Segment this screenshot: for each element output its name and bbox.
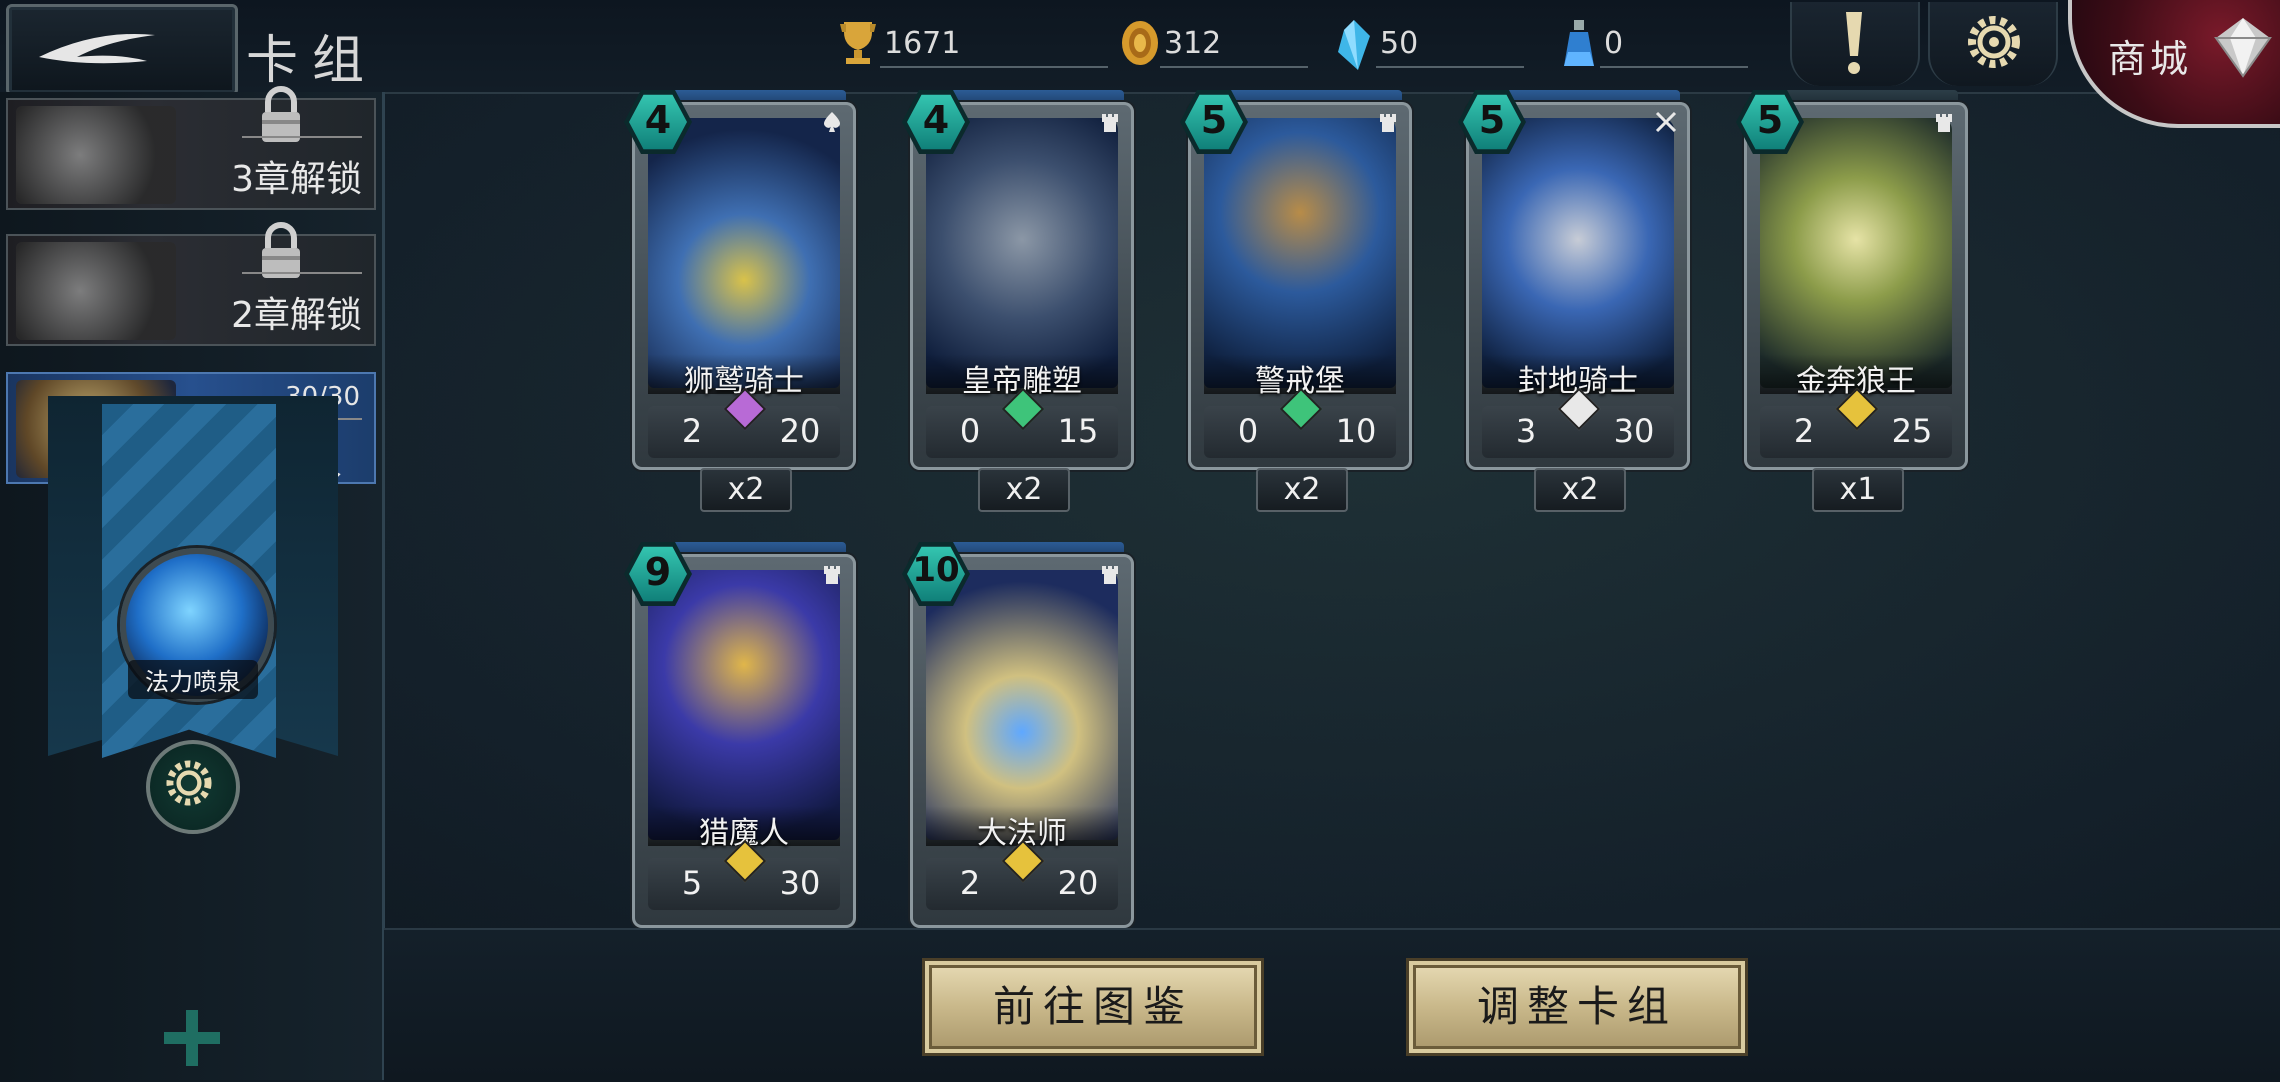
divider (1600, 66, 1748, 68)
hero-portrait (16, 106, 176, 204)
card-cost: 9 (624, 540, 692, 608)
card-cost-value: 9 (644, 550, 672, 594)
deck-card[interactable]: 狮鹫骑士 2 20 4 x2 (624, 88, 862, 512)
divider (880, 66, 1108, 68)
card-health: 10 (1335, 412, 1377, 450)
card-art (1482, 118, 1674, 388)
potion-icon (1564, 20, 1594, 66)
card-attack: 3 (1515, 412, 1537, 450)
tower-type-icon (824, 566, 840, 584)
gold-coin-icon (1122, 21, 1158, 65)
deck-card[interactable]: 大法师 2 20 10 (902, 540, 1140, 928)
gold-counter: 312 (1118, 14, 1318, 70)
card-art (926, 118, 1118, 388)
back-arrow-icon (39, 33, 155, 64)
card-cost-value: 5 (1478, 98, 1506, 142)
top-bar: 卡组 1671 312 50 0 商城 (0, 0, 2280, 128)
card-attack: 2 (681, 412, 703, 450)
adjust-deck-button[interactable]: 调整卡组 (1406, 958, 1748, 1056)
tower-type-icon (1380, 114, 1396, 132)
tower-type-icon (1102, 114, 1118, 132)
card-quantity: x1 (1812, 468, 1904, 512)
diamond-emblem-icon (2214, 18, 2272, 78)
potion-counter: 0 (1558, 14, 1758, 70)
trophy-value: 1671 (884, 26, 961, 61)
card-cost: 5 (1458, 88, 1526, 156)
potion-value: 0 (1604, 26, 1624, 61)
card-cost: 5 (1180, 88, 1248, 156)
gear-icon (166, 760, 212, 806)
card-attack: 0 (1237, 412, 1259, 450)
card-quantity: x2 (978, 468, 1070, 512)
page-title: 卡组 (246, 31, 379, 91)
card-art (1204, 118, 1396, 388)
crystal-value: 50 (1380, 26, 1419, 61)
alert-button[interactable] (1790, 2, 1920, 86)
card-cost-value: 5 (1756, 98, 1784, 142)
deck-card[interactable]: 封地骑士 3 30 5 x2 (1458, 88, 1696, 512)
gold-value: 312 (1164, 26, 1222, 61)
trophy-icon (840, 22, 876, 64)
shop-label: 商城 (2108, 37, 2193, 81)
add-deck-plus-icon[interactable] (160, 1006, 224, 1070)
card-art (648, 570, 840, 840)
card-cost-value: 10 (912, 550, 960, 590)
card-attack: 2 (1793, 412, 1815, 450)
card-cost-value: 4 (644, 98, 672, 142)
exclamation-icon (1846, 12, 1862, 74)
card-health: 30 (779, 864, 821, 902)
deck-card[interactable]: 金奔狼王 2 25 5 x1 (1736, 88, 1974, 512)
card-health: 20 (779, 412, 821, 450)
divider (242, 136, 362, 138)
crystal-icon (1338, 20, 1370, 70)
card-health: 15 (1057, 412, 1099, 450)
card-attack: 0 (959, 412, 981, 450)
card-health: 30 (1613, 412, 1655, 450)
gear-icon (1968, 16, 2020, 68)
bottom-action-bar (384, 928, 2280, 1082)
hero-portrait (16, 242, 176, 340)
spade-type-icon (824, 112, 840, 132)
card-cost: 5 (1736, 88, 1804, 156)
settings-button[interactable] (1928, 2, 2058, 86)
view-collection-button[interactable]: 前往图鉴 (922, 958, 1264, 1056)
card-quantity: x2 (1256, 468, 1348, 512)
card-cost: 4 (902, 88, 970, 156)
deck-card[interactable]: 猎魔人 5 30 9 (624, 540, 862, 928)
card-art (1760, 118, 1952, 388)
tower-type-icon (1936, 114, 1952, 132)
hero-slot-locked-2[interactable]: 2章解锁 (6, 222, 376, 346)
card-health: 20 (1057, 864, 1099, 902)
back-button[interactable] (6, 4, 238, 96)
card-quantity: x2 (700, 468, 792, 512)
card-cost-value: 5 (1200, 98, 1228, 142)
card-attack: 2 (959, 864, 981, 902)
divider (1160, 66, 1308, 68)
crossed-swords-type-icon (1655, 111, 1677, 133)
divider (242, 272, 362, 274)
card-attack: 5 (681, 864, 703, 902)
hero-unlock-text: 2章解锁 (231, 295, 362, 336)
crystal-counter: 50 (1334, 14, 1534, 70)
card-cost: 10 (902, 540, 970, 608)
hero-settings-button[interactable] (146, 740, 240, 834)
card-quantity: x2 (1534, 468, 1626, 512)
shop-button[interactable]: 商城 (2068, 0, 2280, 128)
card-health: 25 (1891, 412, 1933, 450)
deck-card[interactable]: 警戒堡 0 10 5 x2 (1180, 88, 1418, 512)
tower-type-icon (1102, 566, 1118, 584)
card-art (648, 118, 840, 388)
hero-unlock-text: 3章解锁 (231, 159, 362, 200)
card-cost-value: 4 (922, 98, 950, 142)
deck-card[interactable]: 皇帝雕塑 0 15 4 x2 (902, 88, 1140, 512)
trophy-counter: 1671 (838, 14, 1108, 70)
hero-spell-label: 法力喷泉 (128, 660, 258, 699)
card-cost: 4 (624, 88, 692, 156)
hero-slot-locked-1[interactable]: 3章解锁 (6, 86, 376, 210)
divider (1376, 66, 1524, 68)
card-art (926, 570, 1118, 840)
